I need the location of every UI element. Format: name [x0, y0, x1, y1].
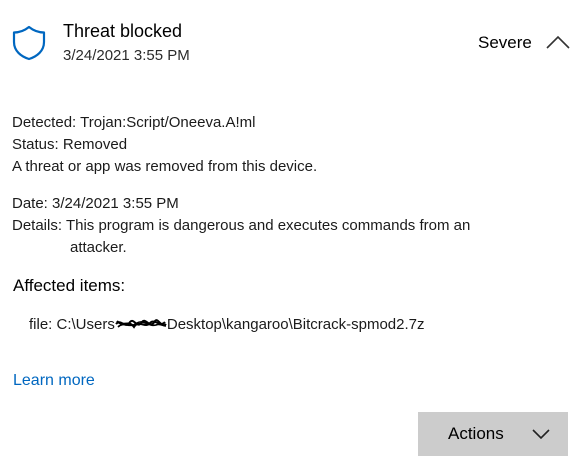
removed-message: A threat or app was removed from this de…: [12, 158, 318, 175]
details-value: This program is dangerous and executes c…: [65, 217, 471, 234]
status-value: Removed: [62, 136, 128, 153]
status-row: Status: Removed: [12, 136, 127, 153]
threat-timestamp: 3/24/2021 3:55 PM: [63, 47, 190, 64]
affected-items-heading: Affected items:: [13, 276, 126, 295]
page-title: Threat blocked: [63, 21, 183, 41]
detected-value: Trojan:Script/Oneeva.A!ml: [80, 114, 256, 131]
chevron-down-icon: [532, 429, 550, 440]
actions-button[interactable]: Actions: [418, 412, 568, 456]
affected-file-path: file: C:\Users Desktop\kangaroo\Bitcrack…: [29, 316, 424, 333]
details-label: Details:: [12, 217, 63, 234]
learn-more-link[interactable]: Learn more: [13, 372, 95, 390]
details-value-continued: attacker.: [70, 239, 127, 256]
redaction-scribble: [115, 317, 167, 331]
date-row: Date: 3/24/2021 3:55 PM: [12, 195, 179, 212]
date-value: 3/24/2021 3:55 PM: [52, 195, 179, 212]
detected-row: Detected: Trojan:Script/Oneeva.A!ml: [12, 114, 255, 131]
chevron-up-icon[interactable]: [545, 34, 571, 50]
shield-icon: [12, 25, 46, 61]
actions-button-label: Actions: [448, 424, 504, 443]
date-label: Date:: [12, 195, 48, 212]
status-label: Status:: [12, 136, 59, 153]
details-row: Details: This program is dangerous and e…: [12, 217, 470, 234]
severity-label: Severe: [478, 33, 532, 52]
file-path-suffix: Desktop\kangaroo\Bitcrack-spmod2.7z: [166, 316, 425, 333]
detected-label: Detected:: [12, 114, 77, 131]
file-path-prefix: file: C:\Users: [29, 316, 115, 333]
